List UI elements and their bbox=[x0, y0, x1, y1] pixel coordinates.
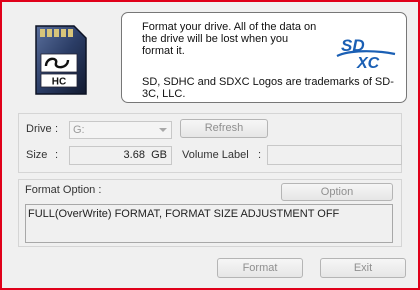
size-value: 3.68 bbox=[123, 149, 145, 161]
size-colon: : bbox=[55, 149, 59, 161]
info-panel: Format your drive. All of the data on th… bbox=[121, 12, 407, 103]
format-warning-text: Format your drive. All of the data on th… bbox=[142, 21, 317, 57]
logo-xc-text: XC bbox=[356, 55, 380, 71]
drive-label: Drive bbox=[26, 123, 52, 135]
volume-colon: : bbox=[258, 149, 262, 161]
size-label: Size bbox=[26, 149, 48, 161]
format-button[interactable]: Format bbox=[217, 258, 303, 278]
sdxc-logo-icon: SD XC bbox=[336, 36, 396, 71]
format-option-label: Format Option : bbox=[25, 184, 102, 196]
format-option-description: FULL(OverWrite) FORMAT, FORMAT SIZE ADJU… bbox=[25, 204, 393, 243]
drive-select[interactable]: G: bbox=[69, 121, 172, 139]
chevron-down-icon bbox=[159, 128, 167, 132]
volume-label: Volume Label bbox=[182, 149, 249, 161]
sd-card-icon: HC bbox=[35, 25, 87, 95]
drive-select-value: G: bbox=[73, 124, 85, 136]
refresh-button[interactable]: Refresh bbox=[180, 119, 268, 138]
size-field: 3.68 GB bbox=[69, 146, 172, 165]
drive-colon: : bbox=[55, 123, 59, 135]
size-unit: GB bbox=[151, 149, 167, 161]
trademark-text: SD, SDHC and SDXC Logos are trademarks o… bbox=[142, 76, 394, 100]
card-hc-label: HC bbox=[52, 77, 66, 88]
option-button[interactable]: Option bbox=[281, 183, 393, 201]
exit-button[interactable]: Exit bbox=[320, 258, 406, 278]
volume-label-input[interactable] bbox=[267, 145, 402, 165]
